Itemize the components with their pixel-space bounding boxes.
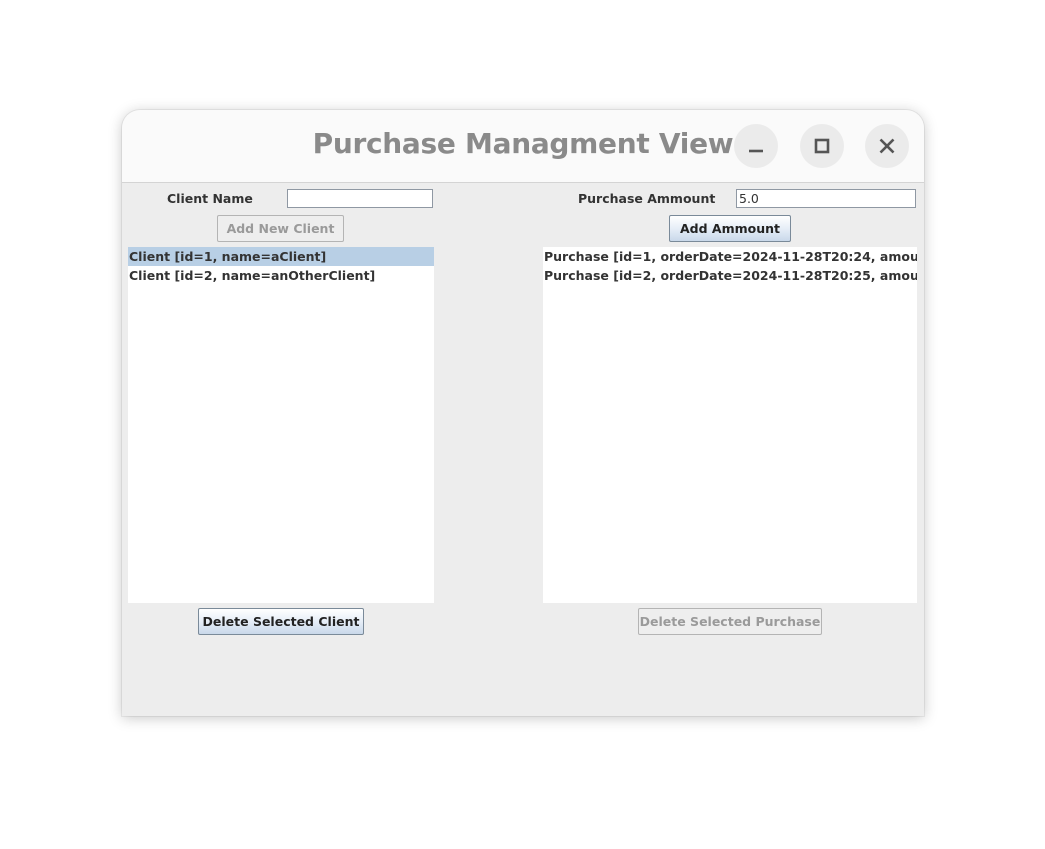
- delete-selected-client-button[interactable]: Delete Selected Client: [198, 608, 364, 635]
- maximize-button[interactable]: [800, 124, 844, 168]
- client-name-input[interactable]: [287, 189, 433, 208]
- close-icon: [879, 138, 895, 154]
- title-bar[interactable]: Purchase Managment View: [122, 110, 924, 183]
- client-list-item[interactable]: Client [id=2, name=anOtherClient]: [128, 266, 434, 285]
- purchase-list-item[interactable]: Purchase [id=1, orderDate=2024-11-28T20:…: [543, 247, 917, 266]
- purchase-amount-input[interactable]: [736, 189, 916, 208]
- purchase-list-item[interactable]: Purchase [id=2, orderDate=2024-11-28T20:…: [543, 266, 917, 285]
- add-new-client-button[interactable]: Add New Client: [217, 215, 344, 242]
- close-button[interactable]: [865, 124, 909, 168]
- add-amount-button[interactable]: Add Ammount: [669, 215, 791, 242]
- purchase-list[interactable]: Purchase [id=1, orderDate=2024-11-28T20:…: [543, 247, 917, 603]
- client-list-item[interactable]: Client [id=1, name=aClient]: [128, 247, 434, 266]
- client-list[interactable]: Client [id=1, name=aClient] Client [id=2…: [128, 247, 434, 603]
- maximize-icon: [814, 138, 830, 154]
- purchase-management-window: Purchase Managment View Client Name Add …: [122, 110, 924, 716]
- client-name-label: Client Name: [167, 191, 253, 206]
- minimize-button[interactable]: [734, 124, 778, 168]
- minimize-icon: [749, 149, 763, 153]
- purchase-amount-label: Purchase Ammount: [578, 191, 716, 206]
- delete-selected-purchase-button[interactable]: Delete Selected Purchase: [638, 608, 822, 635]
